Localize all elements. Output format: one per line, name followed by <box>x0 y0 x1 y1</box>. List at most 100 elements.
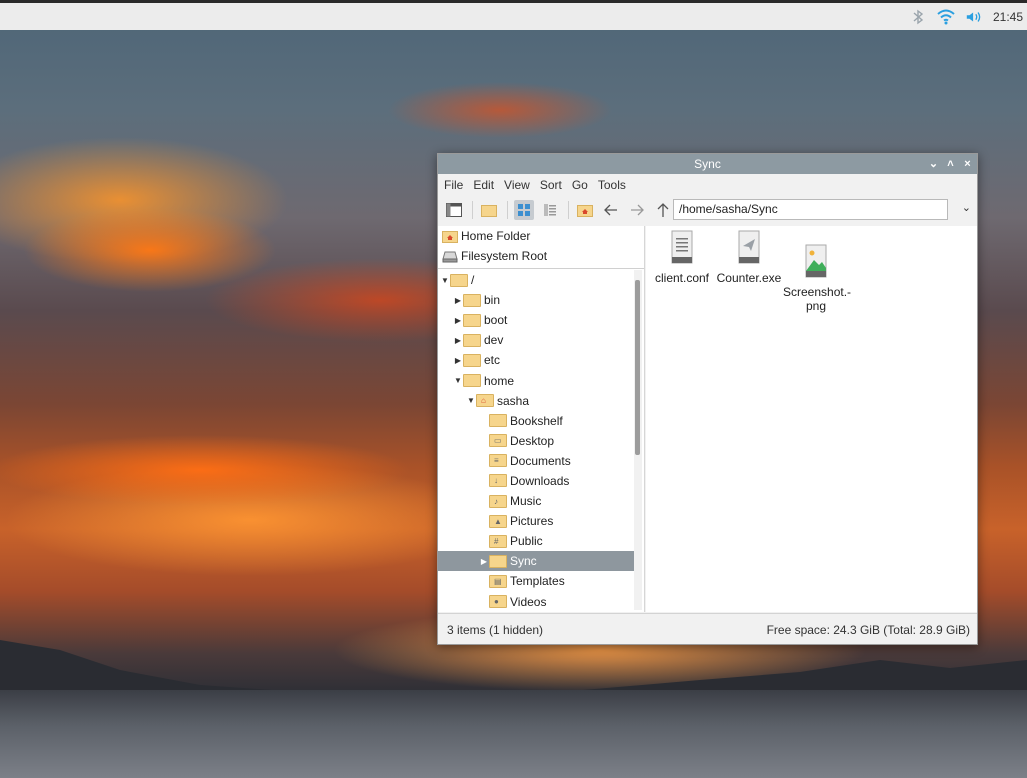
menu-view[interactable]: View <box>504 178 530 192</box>
tree-item-label: etc <box>484 353 501 368</box>
menu-file[interactable]: File <box>444 178 463 192</box>
window-title: Sync <box>694 157 721 171</box>
tree-item[interactable]: ↓ Downloads <box>438 471 634 491</box>
path-input[interactable]: /home/sasha/Sync <box>673 199 948 220</box>
place-label: Filesystem Root <box>461 249 548 263</box>
collapsed-arrow-icon[interactable]: ▶ <box>453 336 463 345</box>
menu-tools[interactable]: Tools <box>598 178 626 192</box>
executable-file-icon <box>738 230 760 264</box>
up-arrow-icon[interactable] <box>653 200 673 220</box>
desktop-folder-icon: ▭ <box>489 434 507 448</box>
tree-item[interactable]: ♪ Music <box>438 491 634 511</box>
back-arrow-icon[interactable] <box>601 200 621 220</box>
folder-icon <box>450 273 468 287</box>
tree-item[interactable]: ● Videos <box>438 592 634 611</box>
menu-go[interactable]: Go <box>572 178 588 192</box>
collapsed-arrow-icon[interactable]: ▶ <box>479 557 489 566</box>
tree-item[interactable]: ▼ ⌂ sasha <box>438 391 634 411</box>
tree-item-label: Videos <box>510 594 547 609</box>
collapsed-arrow-icon[interactable]: ▶ <box>453 316 463 325</box>
tree-item-label: dev <box>484 333 504 348</box>
tree-item-label: bin <box>484 293 501 308</box>
file-name: Counter.exe <box>716 271 782 285</box>
tree-item[interactable]: # Public <box>438 531 634 551</box>
collapsed-arrow-icon[interactable]: ▶ <box>453 296 463 305</box>
new-folder-button[interactable] <box>479 200 499 220</box>
downloads-folder-icon: ↓ <box>489 474 507 488</box>
menu-bar: File Edit View Sort Go Tools <box>438 174 977 196</box>
tree-item[interactable]: ▶ boot <box>438 310 634 330</box>
place-filesystem-root[interactable]: Filesystem Root <box>438 246 644 266</box>
tree-item[interactable]: ▭ Desktop <box>438 431 634 451</box>
list-view-button[interactable] <box>540 200 560 220</box>
new-window-button[interactable] <box>444 200 464 220</box>
tree-item-label: Bookshelf <box>510 413 563 428</box>
directory-tree: ▼ / ▶ bin ▶ boot ▶ dev ▶ etc ▼ home ▼ ⌂ sasha Bookshelf… <box>438 270 634 610</box>
folder-icon <box>489 554 507 568</box>
tree-item-label: sasha <box>497 393 530 408</box>
tree-item[interactable]: ▤ Templates <box>438 571 634 591</box>
tree-item-label: Downloads <box>510 473 570 488</box>
places-list: Home Folder Filesystem Root <box>438 226 644 269</box>
tree-item-label: Sync <box>510 554 537 569</box>
system-tray: 21:45 <box>909 9 1023 25</box>
file-name: Screenshot.- png <box>783 285 852 313</box>
tree-item[interactable]: ≡ Documents <box>438 451 634 471</box>
tree-item[interactable]: ▲ Pictures <box>438 511 634 531</box>
clock[interactable]: 21:45 <box>993 10 1023 24</box>
tree-item-label: home <box>484 373 515 388</box>
folder-icon <box>463 353 481 367</box>
place-home-folder[interactable]: Home Folder <box>438 226 644 246</box>
tree-item-label: Documents <box>510 453 571 468</box>
tree-scrollbar[interactable] <box>634 270 642 610</box>
tree-item[interactable]: ▶ Sync <box>438 551 634 572</box>
tree-item-label: boot <box>484 313 508 328</box>
tree-item[interactable]: Bookshelf <box>438 411 634 431</box>
tree-item[interactable]: ▶ dev <box>438 330 634 350</box>
volume-icon[interactable] <box>965 9 983 25</box>
home-folder-icon <box>442 230 458 243</box>
bluetooth-icon[interactable] <box>909 9 927 25</box>
icon-view-button[interactable] <box>514 200 534 220</box>
wifi-icon[interactable] <box>937 9 955 25</box>
expanded-arrow-icon[interactable]: ▼ <box>453 376 463 385</box>
close-button[interactable]: × <box>962 154 973 174</box>
minimize-button[interactable]: ⌄ <box>928 154 939 174</box>
window-titlebar[interactable]: Sync ⌄ ˄ × <box>438 154 977 174</box>
templates-folder-icon: ▤ <box>489 574 507 588</box>
expanded-arrow-icon[interactable]: ▼ <box>466 396 476 405</box>
drive-icon <box>442 251 458 262</box>
collapsed-arrow-icon[interactable]: ▶ <box>453 356 463 365</box>
tree-item[interactable]: ▼ / <box>438 270 634 290</box>
item-count: 3 items (1 hidden) <box>447 623 544 637</box>
forward-arrow-icon[interactable] <box>627 200 647 220</box>
tree-item-label: Pictures <box>510 514 554 529</box>
file-item[interactable]: Counter.exe <box>716 230 782 285</box>
toolbar-separator <box>472 201 473 219</box>
scrollbar-thumb[interactable] <box>635 280 640 455</box>
file-item[interactable]: client.conf <box>649 230 715 285</box>
menu-sort[interactable]: Sort <box>540 178 562 192</box>
folder-icon <box>463 313 481 327</box>
chevron-down-icon[interactable]: ⌄ <box>962 201 971 214</box>
text-file-icon <box>671 230 693 264</box>
side-pane: Home Folder Filesystem Root ▼ / ▶ bin ▶ boot ▶… <box>438 226 645 612</box>
folder-icon <box>489 414 507 428</box>
tree-item-label: Music <box>510 494 542 509</box>
menu-edit[interactable]: Edit <box>473 178 494 192</box>
tree-item[interactable]: ▶ etc <box>438 350 634 370</box>
place-label: Home Folder <box>461 229 531 243</box>
toolbar: /home/sasha/Sync ⌄ <box>438 196 977 224</box>
tree-item[interactable]: ▶ bin <box>438 290 634 310</box>
file-item[interactable]: Screenshot.- png <box>783 230 852 327</box>
pictures-folder-icon: ▲ <box>489 514 507 528</box>
expanded-arrow-icon[interactable]: ▼ <box>440 276 450 285</box>
documents-folder-icon: ≡ <box>489 454 507 468</box>
toolbar-separator <box>568 201 569 219</box>
folder-icon <box>463 333 481 347</box>
maximize-button[interactable]: ˄ <box>945 154 956 174</box>
tree-item[interactable]: ▼ home <box>438 370 634 390</box>
home-folder-icon: ⌂ <box>476 394 494 408</box>
public-folder-icon: # <box>489 534 507 548</box>
home-button[interactable] <box>575 200 595 220</box>
